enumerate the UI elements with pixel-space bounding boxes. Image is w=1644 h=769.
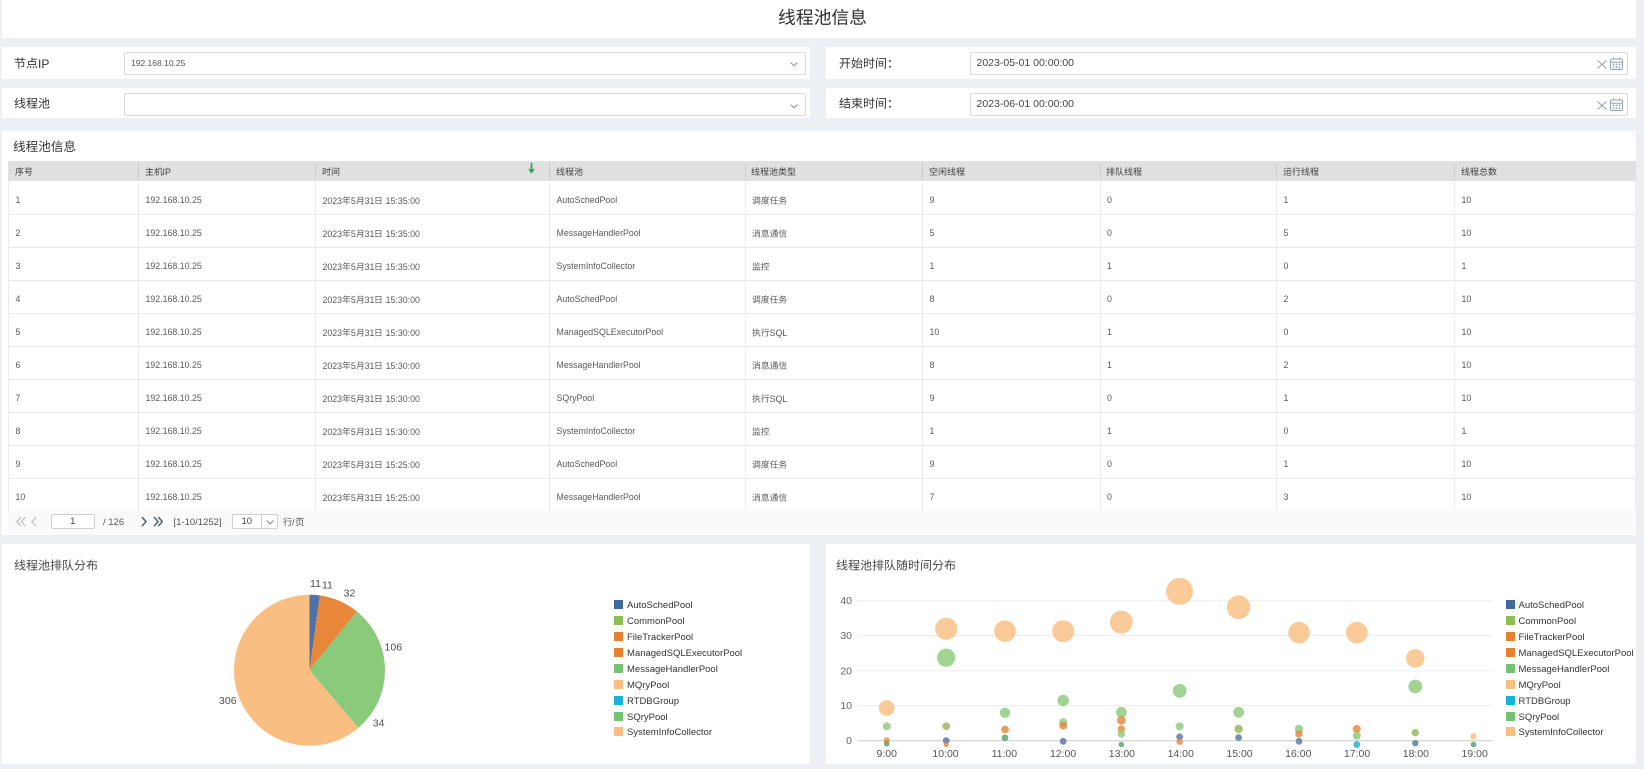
svg-text:12:00: 12:00	[1049, 749, 1075, 760]
svg-text:14:00: 14:00	[1167, 749, 1193, 760]
svg-text:15:00: 15:00	[1226, 749, 1252, 760]
svg-text:13:00: 13:00	[1108, 749, 1134, 760]
svg-text:10:00: 10:00	[932, 749, 958, 760]
svg-text:0: 0	[846, 736, 852, 747]
svg-text:17:00: 17:00	[1343, 749, 1369, 760]
svg-text:20: 20	[840, 666, 852, 677]
svg-text:40: 40	[840, 596, 852, 607]
svg-text:9:00: 9:00	[876, 749, 897, 760]
svg-text:11: 11	[322, 580, 333, 591]
svg-text:30: 30	[840, 631, 852, 642]
svg-text:19:00: 19:00	[1461, 749, 1487, 760]
svg-text:11:00: 11:00	[991, 749, 1017, 760]
svg-text:306: 306	[219, 695, 237, 706]
svg-text:34: 34	[373, 718, 385, 729]
svg-text:16:00: 16:00	[1285, 749, 1311, 760]
svg-text:106: 106	[385, 642, 403, 653]
svg-text:18:00: 18:00	[1402, 749, 1428, 760]
svg-text:10: 10	[840, 701, 852, 712]
svg-text:32: 32	[344, 588, 356, 599]
svg-text:11: 11	[310, 579, 321, 590]
